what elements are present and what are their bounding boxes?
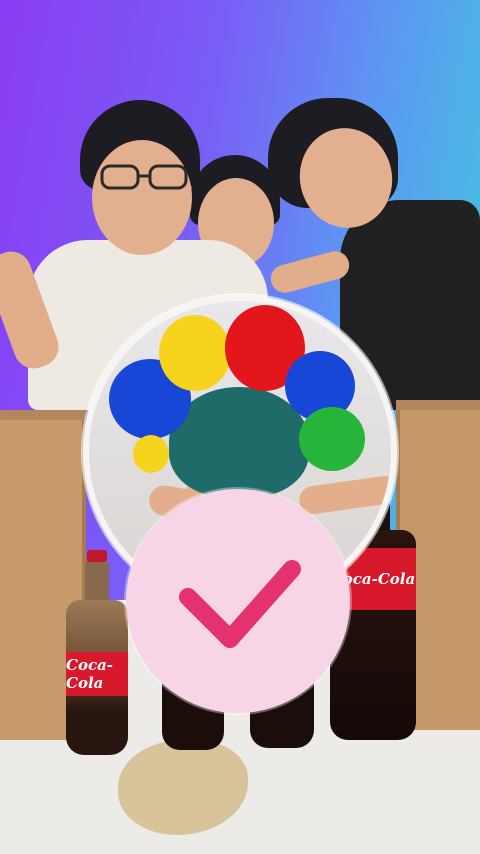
check-icon: [179, 560, 301, 648]
cola-bottle-left: Coca-Cola: [66, 550, 128, 755]
glasses-icon: [100, 164, 188, 190]
balloon-yellow-left: [159, 315, 231, 391]
balloon-yellow-small: [133, 435, 169, 473]
video-frame: Coca-Cola Coca-Cola: [0, 0, 480, 854]
balloon-green: [299, 407, 365, 471]
result-badge: [126, 489, 350, 713]
